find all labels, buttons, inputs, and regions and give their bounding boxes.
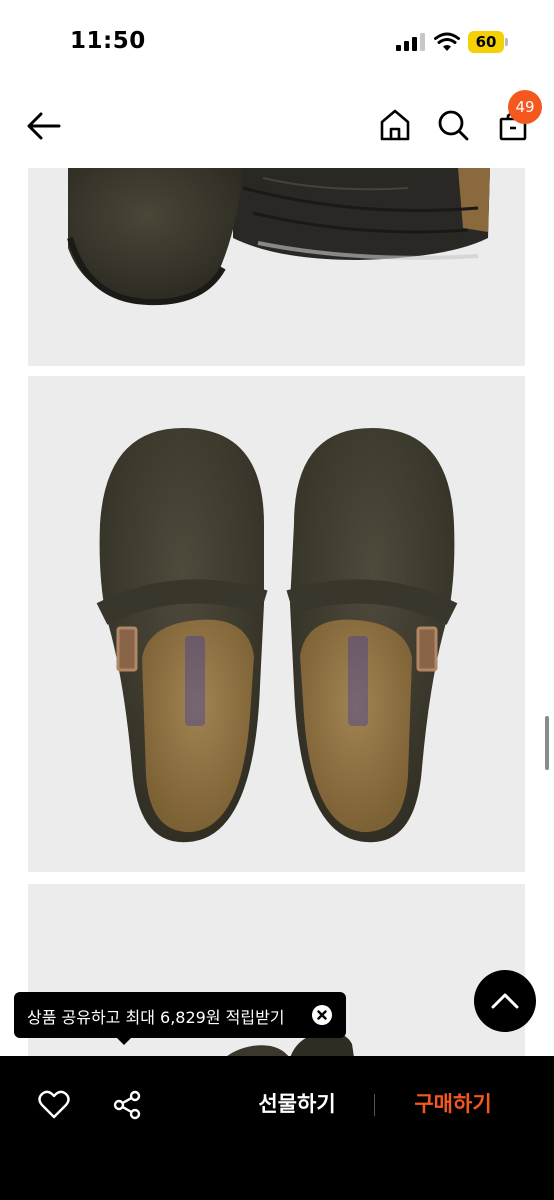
- close-icon: [317, 1010, 327, 1020]
- bar-divider: [374, 1094, 375, 1116]
- share-icon[interactable]: [112, 1090, 142, 1120]
- home-icon[interactable]: [378, 108, 412, 142]
- product-image-sole[interactable]: [28, 168, 525, 366]
- top-view-illustration: [96, 428, 458, 843]
- tooltip-arrow: [116, 1037, 132, 1045]
- search-icon[interactable]: [436, 108, 470, 142]
- scroll-to-top-button[interactable]: [474, 970, 536, 1032]
- cellular-signal-icon: [396, 33, 426, 51]
- tooltip-close-button[interactable]: [312, 1005, 332, 1025]
- cart-count-badge: 49: [508, 90, 542, 124]
- battery-icon: 60: [468, 31, 508, 53]
- gift-button[interactable]: 선물하기: [232, 1084, 362, 1124]
- tooltip-text: 상품 공유하고 최대 6,829원 적립받기: [27, 1008, 285, 1027]
- bottom-action-bar: 선물하기 구매하기: [0, 1056, 554, 1200]
- product-image-side[interactable]: [28, 884, 525, 1084]
- share-reward-tooltip: 상품 공유하고 최대 6,829원 적립받기: [14, 992, 346, 1038]
- wifi-icon: [434, 32, 460, 51]
- product-image-top[interactable]: [28, 376, 525, 872]
- status-bar: 11:50 60: [0, 0, 554, 84]
- status-time: 11:50: [70, 28, 146, 54]
- sole-view-illustration: [67, 168, 490, 306]
- back-arrow-icon[interactable]: [26, 110, 62, 142]
- heart-icon[interactable]: [38, 1090, 70, 1120]
- header: 49: [0, 84, 554, 168]
- buy-button[interactable]: 구매하기: [390, 1084, 516, 1124]
- battery-level: 60: [475, 33, 497, 51]
- chevron-up-icon: [491, 993, 519, 1009]
- scroll-indicator[interactable]: [545, 716, 549, 770]
- side-view-illustration: [208, 1032, 358, 1084]
